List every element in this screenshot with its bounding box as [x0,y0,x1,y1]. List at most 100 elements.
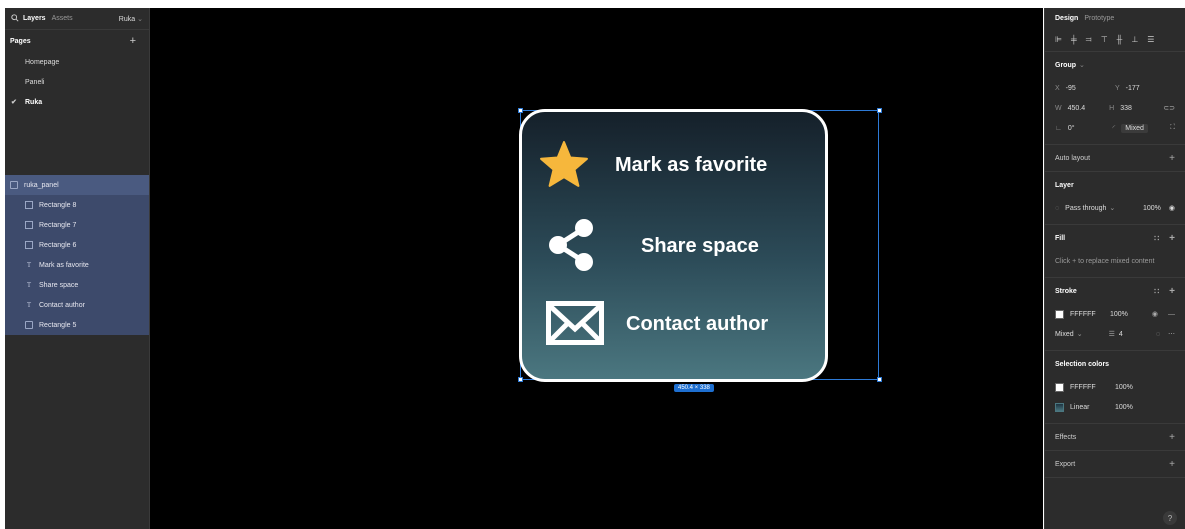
auto-layout-header[interactable]: Auto layout + [1055,145,1175,171]
corner-radius-icon: ◜ [1112,125,1116,132]
resize-handle-bl[interactable] [518,377,523,382]
layer-mark-as-favorite[interactable]: T Mark as favorite [5,255,149,275]
layer-label: Rectangle 7 [39,221,77,229]
group-header[interactable]: Group ⌄ [1055,52,1175,78]
remove-stroke-icon[interactable]: — [1168,311,1175,318]
selection-color-label: Linear [1070,403,1090,411]
y-label: Y [1115,84,1120,92]
eye-icon[interactable]: ◉ [1169,204,1175,212]
x-field[interactable]: X -95 [1055,85,1115,92]
w-field[interactable]: W 450.4 [1055,105,1109,112]
stroke-header: Stroke ∷ + [1055,278,1175,304]
align-center-v-icon[interactable]: ╫ [1117,35,1123,44]
export-header[interactable]: Export + [1055,451,1175,477]
page-item-homepage[interactable]: Homepage [5,52,149,72]
layer-contact-author[interactable]: T Contact author [5,295,149,315]
selection-color-row[interactable]: FFFFFF 100% [1055,377,1175,397]
contact-author-label: Contact author [626,312,769,335]
group-title: Group [1055,61,1076,69]
auto-layout-title: Auto layout [1055,154,1091,162]
stroke-position-select[interactable]: Mixed [1055,331,1074,338]
add-fill-button[interactable]: + [1169,233,1175,244]
design-canvas[interactable]: Mark as favorite Share space Contact aut… [150,8,1043,529]
rotation-icon: ∟ [1055,124,1062,132]
effects-header[interactable]: Effects + [1055,424,1175,450]
auto-layout-section: Auto layout + [1045,145,1185,172]
independent-corners-icon[interactable]: ⛶ [1170,124,1175,132]
stroke-sides-icon[interactable]: ◌ [1156,331,1160,338]
properties-panel: Design Prototype ⊫ ╪ ⫤ ⊤ ╫ ⊥ ☰ Group ⌄ X-… [1044,8,1185,529]
chevron-down-icon: ⌄ [1109,205,1116,212]
layer-label: Rectangle 5 [39,321,77,329]
page-item-label: Ruka [25,98,43,106]
tab-layers[interactable]: Layers [23,15,46,22]
style-grid-icon[interactable]: ∷ [1154,287,1159,296]
layer-label: Rectangle 8 [39,201,77,209]
stroke-color-row: FFFFFF 100% ◉ — [1055,304,1175,324]
resize-handle-br[interactable] [877,377,882,382]
distribute-icon[interactable]: ☰ [1147,35,1154,44]
add-auto-layout-button[interactable]: + [1169,153,1175,164]
rotation-radius-row: ∟ 0° ◜ Mixed ⛶ [1055,118,1175,138]
more-options-icon[interactable]: ⋯ [1168,330,1175,338]
radius-field[interactable]: ◜ Mixed [1112,123,1171,133]
layer-opacity[interactable]: 100% [1143,205,1161,212]
align-top-icon[interactable]: ⊤ [1101,35,1108,44]
resize-handle-tr[interactable] [877,108,882,113]
page-selector[interactable]: Ruka ⌄ [119,15,143,23]
eye-icon[interactable]: ◉ [1152,310,1158,318]
layer-label: Contact author [39,301,85,309]
layer-title: Layer [1055,181,1074,189]
rotation-field[interactable]: ∟ 0° [1055,125,1113,132]
contact-row[interactable]: Contact author [522,301,825,347]
selection-colors-title: Selection colors [1055,360,1110,368]
stroke-weight-value[interactable]: 4 [1119,331,1123,338]
add-page-button[interactable]: + [130,35,136,47]
tab-design[interactable]: Design [1055,15,1078,22]
layer-ruka-panel[interactable]: ruka_panel [5,175,149,195]
page-item-ruka[interactable]: ✔ Ruka [5,92,149,112]
align-center-h-icon[interactable]: ╪ [1071,35,1077,44]
stroke-swatch[interactable] [1055,309,1064,319]
color-swatch[interactable] [1055,382,1064,392]
style-grid-icon[interactable]: ∷ [1154,234,1159,243]
search-icon[interactable] [11,13,19,24]
share-row[interactable]: Share space [522,218,825,274]
add-effect-button[interactable]: + [1169,432,1175,443]
h-field[interactable]: H 338 [1109,105,1163,112]
y-field[interactable]: Y -177 [1115,85,1175,92]
resize-handle-tl[interactable] [518,108,523,113]
align-right-icon[interactable]: ⫤ [1086,35,1092,45]
favorite-row[interactable]: Mark as favorite [522,140,825,190]
help-button[interactable]: ? [1163,511,1177,525]
y-value: -177 [1125,84,1140,92]
add-stroke-button[interactable]: + [1169,286,1175,297]
constrain-proportions-icon[interactable]: ⊂⊃ [1163,104,1175,112]
layer-rectangle-5[interactable]: Rectangle 5 [5,315,149,335]
layer-rectangle-6[interactable]: Rectangle 6 [5,235,149,255]
layer-list: ruka_panel Rectangle 8 Rectangle 7 Recta… [5,175,149,335]
layer-rectangle-7[interactable]: Rectangle 7 [5,215,149,235]
ruka-panel-card[interactable]: Mark as favorite Share space Contact aut… [519,109,828,382]
effects-section: Effects + [1045,424,1185,451]
blend-mode-select[interactable]: Pass through [1065,205,1106,212]
tab-assets[interactable]: Assets [52,15,73,22]
position-row: X -95 Y -177 [1055,78,1175,98]
selection-colors-section: Selection colors FFFFFF 100% Linear 100% [1045,351,1185,424]
tab-prototype[interactable]: Prototype [1084,15,1114,22]
stroke-opacity[interactable]: 100% [1110,311,1128,318]
align-bottom-icon[interactable]: ⊥ [1131,35,1138,44]
image-icon [25,201,33,209]
align-left-icon[interactable]: ⊫ [1055,35,1062,44]
gradient-swatch[interactable] [1055,402,1064,412]
mail-icon [546,301,604,347]
fill-hint: Click + to replace mixed content [1055,257,1155,265]
selection-color-row[interactable]: Linear 100% [1055,397,1175,417]
layer-rectangle-8[interactable]: Rectangle 8 [5,195,149,215]
layer-share-space[interactable]: T Share space [5,275,149,295]
page-item-paneli[interactable]: Paneli [5,72,149,92]
layer-section: Layer ◌ Pass through ⌄ 100% ◉ [1045,172,1185,225]
dimension-badge: 450.4 × 338 [674,384,714,392]
stroke-color-value[interactable]: FFFFFF [1070,311,1110,318]
add-export-button[interactable]: + [1169,459,1175,470]
